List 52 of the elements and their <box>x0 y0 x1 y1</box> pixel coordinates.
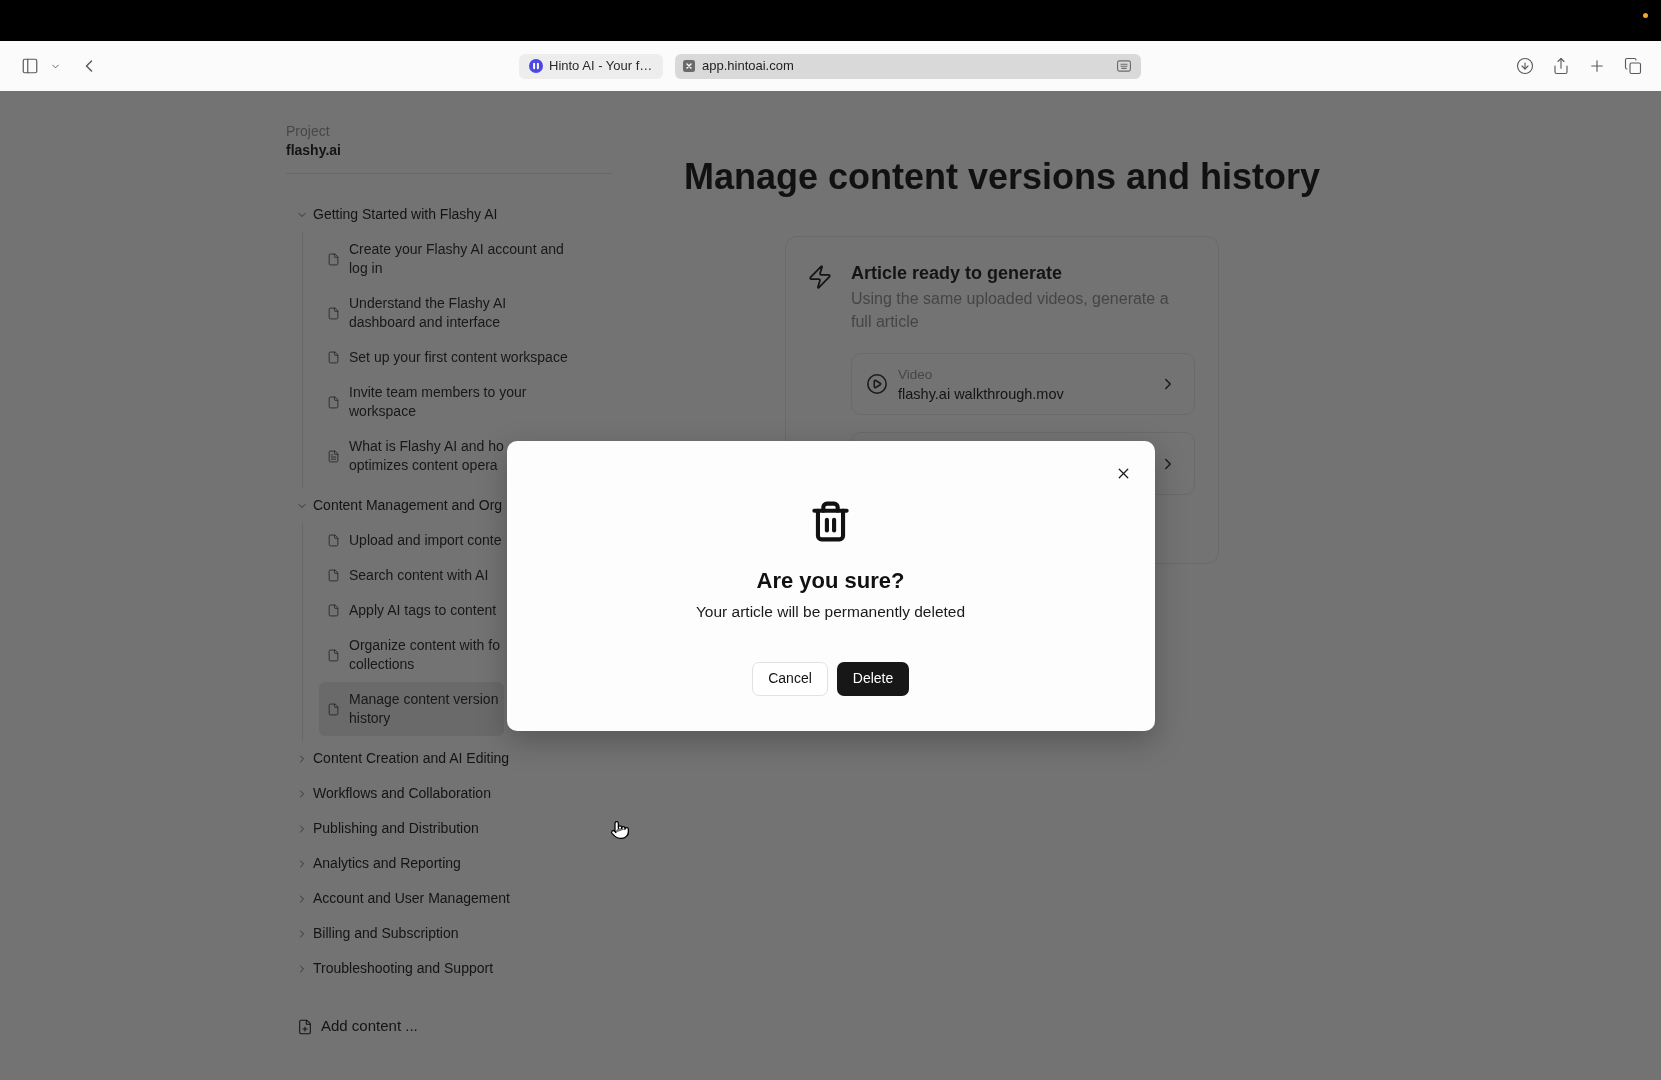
page-title: Manage content versions and history <box>683 155 1321 199</box>
document-icon <box>327 449 340 463</box>
delete-button[interactable]: Delete <box>837 661 909 696</box>
file-icon <box>327 569 340 582</box>
file-icon <box>327 604 340 617</box>
project-name: flashy.ai <box>286 141 341 160</box>
text-lines-icon[interactable] <box>1117 60 1131 72</box>
nav-item[interactable]: Manage content version history <box>319 682 505 736</box>
file-plus-icon <box>297 1018 313 1035</box>
nav-section-header[interactable]: Publishing and Distribution <box>286 811 479 846</box>
nav-section-header[interactable]: Analytics and Reporting <box>286 846 461 881</box>
nav-item[interactable]: What is Flashy AI and ho optimizes content opera <box>319 429 510 483</box>
play-circle-icon <box>866 373 888 395</box>
browser-tab[interactable]: Hinto AI - Your f… <box>519 53 663 79</box>
file-icon <box>327 351 340 364</box>
file-icon <box>327 702 340 716</box>
file-name: flashy.ai walkthrough.mov <box>898 384 1064 404</box>
dialog-title: Are you sure? <box>756 566 905 595</box>
file-icon <box>327 306 340 320</box>
card-title: Article ready to generate <box>851 262 1064 285</box>
file-icon <box>327 534 340 547</box>
nav-section-header[interactable]: Content Management and Org <box>286 488 503 523</box>
nav-section-header[interactable]: Getting Started with Flashy AI <box>286 197 498 232</box>
sidebar-icon[interactable] <box>21 57 39 75</box>
file-icon <box>327 648 340 662</box>
nav-section-header[interactable]: Troubleshooting and Support <box>286 951 494 986</box>
pause-circle-icon <box>529 59 543 73</box>
nav-item[interactable]: Set up your first content workspace <box>319 340 574 375</box>
nav-section-header[interactable]: Billing and Subscription <box>286 916 459 951</box>
nav-item[interactable]: Search content with AI <box>319 558 495 593</box>
trash-icon <box>809 499 852 543</box>
lightning-icon <box>807 264 833 290</box>
share-icon[interactable] <box>1552 57 1570 75</box>
file-icon <box>327 252 340 266</box>
nav-item[interactable]: Upload and import conte <box>319 523 508 558</box>
nav-item[interactable]: Understand the Flashy AI dashboard and interface <box>319 286 576 340</box>
cancel-button[interactable]: Cancel <box>752 661 828 696</box>
nav-section-header[interactable]: Workflows and Collaboration <box>286 776 491 811</box>
dialog-message: Your article will be permanently deleted <box>695 601 966 622</box>
file-icon <box>327 395 340 409</box>
nav-item[interactable]: Organize content with fo collections <box>319 628 506 682</box>
add-content-button[interactable]: Add content ... <box>286 1009 418 1044</box>
hand-cursor-icon <box>610 820 630 840</box>
nav-item[interactable]: Create your Flashy AI account and log in <box>319 232 576 286</box>
x-square-icon <box>683 60 695 72</box>
download-icon[interactable] <box>1516 57 1534 75</box>
nav-item[interactable]: Apply AI tags to content <box>319 593 503 628</box>
nav-section-header[interactable]: Content Creation and AI Editing <box>286 741 510 776</box>
nav-item[interactable]: Invite team members to your workspace <box>319 375 576 429</box>
address-bar[interactable]: app.hintoai.com <box>675 53 1141 79</box>
tabs-icon[interactable] <box>1624 57 1642 75</box>
nav-section-header[interactable]: Account and User Management <box>286 881 510 916</box>
